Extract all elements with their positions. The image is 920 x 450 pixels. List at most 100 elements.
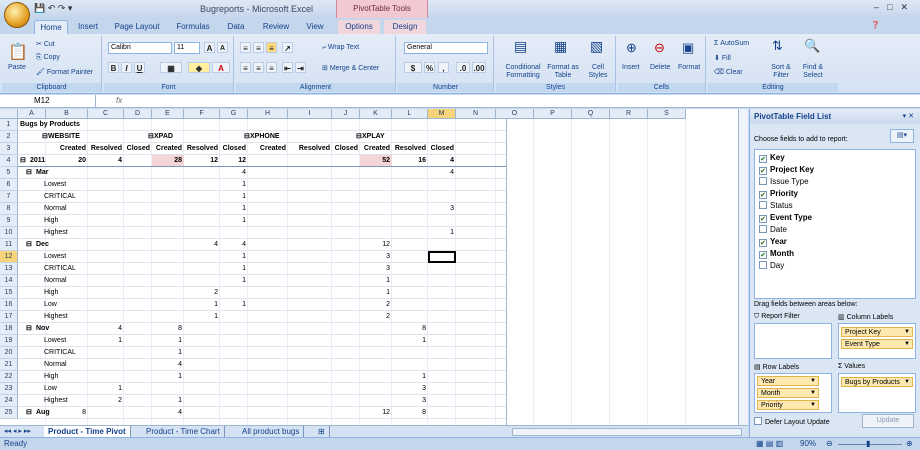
row-header[interactable]: 14: [0, 275, 18, 287]
value-cell[interactable]: [248, 383, 288, 395]
value-cell[interactable]: [332, 263, 360, 275]
unchecked-checkbox[interactable]: [759, 201, 767, 209]
value-cell[interactable]: [88, 167, 124, 179]
value-cell[interactable]: [184, 191, 220, 203]
value-cell[interactable]: [392, 263, 428, 275]
borders-icon[interactable]: ▦: [160, 62, 182, 73]
value-cell[interactable]: [46, 323, 88, 335]
row-header[interactable]: 17: [0, 311, 18, 323]
row-header[interactable]: 6: [0, 179, 18, 191]
value-cell[interactable]: [124, 299, 152, 311]
row-header[interactable]: 20: [0, 347, 18, 359]
value-cell[interactable]: [248, 299, 288, 311]
value-cell[interactable]: [152, 383, 184, 395]
value-field-bugs-by-products[interactable]: Bugs by Products ▼: [841, 377, 913, 387]
value-cell[interactable]: [124, 227, 152, 239]
value-cell[interactable]: [360, 215, 392, 227]
dropdown-icon[interactable]: ▼: [810, 377, 816, 386]
value-cell[interactable]: 2: [88, 395, 124, 407]
value-cell[interactable]: [288, 263, 332, 275]
value-cell[interactable]: [220, 371, 248, 383]
value-cell[interactable]: [360, 335, 392, 347]
column-header[interactable]: G: [220, 109, 248, 119]
value-cell[interactable]: [152, 167, 184, 179]
subheader-cell[interactable]: Resolved: [392, 143, 428, 155]
collapse-icon[interactable]: ⊟: [148, 131, 154, 143]
value-cell[interactable]: [184, 347, 220, 359]
value-cell[interactable]: [248, 167, 288, 179]
checked-checkbox[interactable]: ✔: [759, 191, 767, 199]
value-cell[interactable]: [288, 371, 332, 383]
value-cell[interactable]: [124, 359, 152, 371]
value-cell[interactable]: [88, 203, 124, 215]
vertical-scrollbar[interactable]: [738, 109, 748, 425]
value-cell[interactable]: [332, 311, 360, 323]
grow-font-icon[interactable]: A: [204, 42, 215, 53]
row-header[interactable]: 25: [0, 407, 18, 419]
value-cell[interactable]: [46, 167, 88, 179]
value-cell[interactable]: 1: [220, 263, 248, 275]
zoom-out-icon[interactable]: ⊖: [826, 439, 833, 448]
value-cell[interactable]: 8: [152, 323, 184, 335]
value-cell[interactable]: 1: [428, 227, 456, 239]
value-cell[interactable]: [88, 275, 124, 287]
column-header[interactable]: O: [496, 109, 534, 119]
value-cell[interactable]: [46, 371, 88, 383]
value-cell[interactable]: 1: [184, 299, 220, 311]
value-cell[interactable]: 1: [392, 371, 428, 383]
number-format-combo[interactable]: General: [404, 42, 488, 54]
value-cell[interactable]: [46, 251, 88, 263]
row-header[interactable]: 15: [0, 287, 18, 299]
tab-view[interactable]: View: [300, 20, 330, 34]
copy-button[interactable]: ⎘ Copy: [36, 54, 60, 62]
value-cell[interactable]: [332, 383, 360, 395]
value-cell[interactable]: [248, 263, 288, 275]
value-cell[interactable]: [360, 323, 392, 335]
value-cell[interactable]: [184, 275, 220, 287]
value-cell[interactable]: [332, 287, 360, 299]
value-cell[interactable]: [332, 215, 360, 227]
subheader-cell[interactable]: Closed: [332, 143, 360, 155]
value-cell[interactable]: [124, 263, 152, 275]
align-right-icon[interactable]: ≡: [266, 62, 277, 73]
value-cell[interactable]: [392, 251, 428, 263]
value-cell[interactable]: [152, 239, 184, 251]
product-header[interactable]: XPLAY ⊟: [356, 131, 426, 143]
tab-review[interactable]: Review: [256, 20, 296, 34]
value-cell[interactable]: [152, 227, 184, 239]
value-cell[interactable]: [124, 251, 152, 263]
column-header[interactable]: K: [360, 109, 392, 119]
collapse-icon[interactable]: ⊟: [42, 131, 48, 143]
value-cell[interactable]: [288, 275, 332, 287]
value-cell[interactable]: [248, 275, 288, 287]
delete-button[interactable]: Delete: [650, 64, 670, 71]
field-item[interactable]: ✔ Event Type: [759, 212, 812, 224]
name-box[interactable]: M12: [0, 95, 96, 108]
checked-checkbox[interactable]: ✔: [759, 167, 767, 175]
align-top-icon[interactable]: ≡: [240, 42, 251, 53]
subheader-cell[interactable]: Created: [248, 143, 288, 155]
value-cell[interactable]: [88, 407, 124, 419]
delete-cells-icon[interactable]: ⊖: [654, 40, 665, 56]
value-cell[interactable]: [392, 191, 428, 203]
value-cell[interactable]: [88, 299, 124, 311]
value-cell[interactable]: [220, 287, 248, 299]
cut-button[interactable]: ✂ Cut: [36, 40, 55, 48]
value-cell[interactable]: [124, 407, 152, 419]
value-cell[interactable]: [288, 287, 332, 299]
row-header[interactable]: 4: [0, 155, 18, 167]
shrink-font-icon[interactable]: A: [217, 42, 228, 53]
value-cell[interactable]: [88, 263, 124, 275]
value-cell[interactable]: 4: [220, 239, 248, 251]
cell-styles-button[interactable]: Cell Styles: [584, 64, 612, 80]
value-cell[interactable]: [248, 395, 288, 407]
font-color-icon[interactable]: A: [212, 62, 230, 73]
value-cell[interactable]: [184, 395, 220, 407]
value-cell[interactable]: [332, 395, 360, 407]
column-header[interactable]: F: [184, 109, 220, 119]
value-cell[interactable]: 1: [152, 395, 184, 407]
value-cell[interactable]: [248, 335, 288, 347]
value-cell[interactable]: [184, 203, 220, 215]
value-cell[interactable]: [288, 203, 332, 215]
value-cell[interactable]: [46, 347, 88, 359]
